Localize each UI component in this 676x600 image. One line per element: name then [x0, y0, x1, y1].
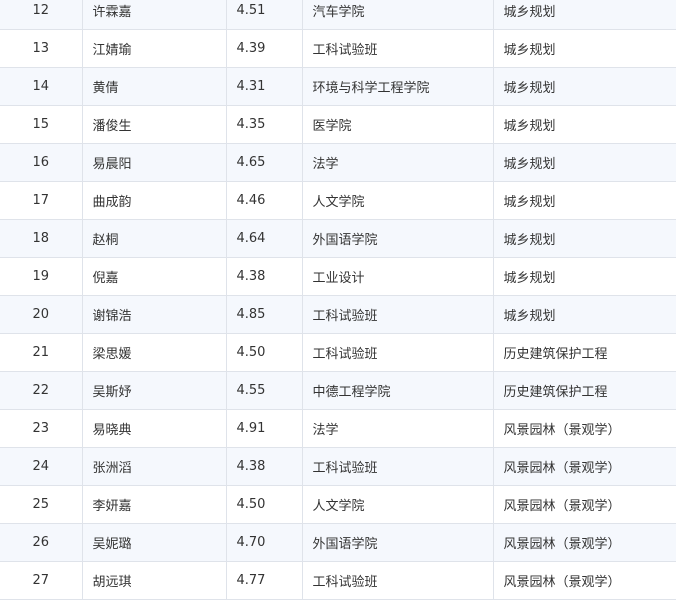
target-major-cell: 城乡规划	[492, 29, 676, 68]
gpa-score-cell: 4.91	[225, 409, 303, 448]
original-college-cell: 人文学院	[301, 181, 494, 220]
original-college-cell: 外国语学院	[301, 219, 494, 258]
target-major-cell: 城乡规划	[492, 295, 676, 334]
original-college-cell: 工科试验班	[301, 333, 494, 372]
table-row: 26 吴妮璐 4.70 外国语学院 风景园林（景观学）	[0, 523, 676, 562]
student-name-cell: 张洲滔	[81, 447, 227, 486]
student-name-cell: 易晓典	[81, 409, 227, 448]
table-row: 22 吴斯妤 4.55 中德工程学院 历史建筑保护工程	[0, 371, 676, 410]
original-college-cell: 外国语学院	[301, 523, 494, 562]
original-college-cell: 中德工程学院	[301, 371, 494, 410]
gpa-score-cell: 4.31	[225, 67, 303, 106]
table-row: 12 许霖嘉 4.51 汽车学院 城乡规划	[0, 0, 676, 30]
original-college-cell: 人文学院	[301, 485, 494, 524]
gpa-score-cell: 4.38	[225, 447, 303, 486]
table-row: 19 倪嘉 4.38 工业设计 城乡规划	[0, 257, 676, 296]
gpa-score-cell: 4.85	[225, 295, 303, 334]
original-college-cell: 工科试验班	[301, 447, 494, 486]
table-body: 12 许霖嘉 4.51 汽车学院 城乡规划 13 江婧瑜 4.39 工科试验班 城乡规划 14 黄倩 4…	[0, 0, 676, 600]
row-number-cell: 12	[0, 0, 83, 30]
target-major-cell: 风景园林（景观学）	[492, 561, 676, 600]
row-number-cell: 26	[0, 523, 83, 562]
table-row: 21 梁思媛 4.50 工科试验班 历史建筑保护工程	[0, 333, 676, 372]
target-major-cell: 历史建筑保护工程	[492, 371, 676, 410]
row-number-cell: 25	[0, 485, 83, 524]
target-major-cell: 历史建筑保护工程	[492, 333, 676, 372]
original-college-cell: 工科试验班	[301, 29, 494, 68]
table-row: 16 易晨阳 4.65 法学 城乡规划	[0, 143, 676, 182]
target-major-cell: 风景园林（景观学）	[492, 523, 676, 562]
table-row: 24 张洲滔 4.38 工科试验班 风景园林（景观学）	[0, 447, 676, 486]
row-number-cell: 16	[0, 143, 83, 182]
row-number-cell: 21	[0, 333, 83, 372]
row-number-cell: 17	[0, 181, 83, 220]
gpa-score-cell: 4.50	[225, 485, 303, 524]
gpa-score-cell: 4.50	[225, 333, 303, 372]
gpa-score-cell: 4.70	[225, 523, 303, 562]
row-number-cell: 15	[0, 105, 83, 144]
original-college-cell: 法学	[301, 409, 494, 448]
student-name-cell: 潘俊生	[81, 105, 227, 144]
row-number-cell: 20	[0, 295, 83, 334]
student-name-cell: 李妍嘉	[81, 485, 227, 524]
target-major-cell: 风景园林（景观学）	[492, 447, 676, 486]
gpa-score-cell: 4.35	[225, 105, 303, 144]
table-row: 17 曲成韵 4.46 人文学院 城乡规划	[0, 181, 676, 220]
table-row: 18 赵桐 4.64 外国语学院 城乡规划	[0, 219, 676, 258]
target-major-cell: 城乡规划	[492, 0, 676, 30]
gpa-score-cell: 4.64	[225, 219, 303, 258]
row-number-cell: 23	[0, 409, 83, 448]
table-row: 15 潘俊生 4.35 医学院 城乡规划	[0, 105, 676, 144]
target-major-cell: 风景园林（景观学）	[492, 409, 676, 448]
gpa-score-cell: 4.38	[225, 257, 303, 296]
original-college-cell: 工科试验班	[301, 561, 494, 600]
table-row: 14 黄倩 4.31 环境与科学工程学院 城乡规划	[0, 67, 676, 106]
original-college-cell: 工业设计	[301, 257, 494, 296]
gpa-score-cell: 4.55	[225, 371, 303, 410]
table-row: 27 胡远琪 4.77 工科试验班 风景园林（景观学）	[0, 561, 676, 600]
row-number-cell: 24	[0, 447, 83, 486]
row-number-cell: 14	[0, 67, 83, 106]
student-name-cell: 易晨阳	[81, 143, 227, 182]
student-transfer-table: 12 许霖嘉 4.51 汽车学院 城乡规划 13 江婧瑜 4.39 工科试验班 城乡规划 14 黄倩 4…	[0, 0, 676, 600]
original-college-cell: 法学	[301, 143, 494, 182]
target-major-cell: 城乡规划	[492, 257, 676, 296]
target-major-cell: 城乡规划	[492, 181, 676, 220]
target-major-cell: 城乡规划	[492, 219, 676, 258]
gpa-score-cell: 4.65	[225, 143, 303, 182]
gpa-score-cell: 4.77	[225, 561, 303, 600]
row-number-cell: 13	[0, 29, 83, 68]
table-row: 20 谢锦浩 4.85 工科试验班 城乡规划	[0, 295, 676, 334]
target-major-cell: 城乡规划	[492, 105, 676, 144]
student-name-cell: 吴斯妤	[81, 371, 227, 410]
student-name-cell: 梁思媛	[81, 333, 227, 372]
student-name-cell: 倪嘉	[81, 257, 227, 296]
table-row: 13 江婧瑜 4.39 工科试验班 城乡规划	[0, 29, 676, 68]
gpa-score-cell: 4.46	[225, 181, 303, 220]
row-number-cell: 19	[0, 257, 83, 296]
student-name-cell: 黄倩	[81, 67, 227, 106]
target-major-cell: 风景园林（景观学）	[492, 485, 676, 524]
row-number-cell: 27	[0, 561, 83, 600]
gpa-score-cell: 4.51	[225, 0, 303, 30]
student-name-cell: 吴妮璐	[81, 523, 227, 562]
table-row: 23 易晓典 4.91 法学 风景园林（景观学）	[0, 409, 676, 448]
target-major-cell: 城乡规划	[492, 67, 676, 106]
row-number-cell: 18	[0, 219, 83, 258]
student-name-cell: 谢锦浩	[81, 295, 227, 334]
original-college-cell: 医学院	[301, 105, 494, 144]
original-college-cell: 环境与科学工程学院	[301, 67, 494, 106]
student-name-cell: 许霖嘉	[81, 0, 227, 30]
student-name-cell: 赵桐	[81, 219, 227, 258]
student-name-cell: 胡远琪	[81, 561, 227, 600]
student-name-cell: 江婧瑜	[81, 29, 227, 68]
student-name-cell: 曲成韵	[81, 181, 227, 220]
target-major-cell: 城乡规划	[492, 143, 676, 182]
original-college-cell: 工科试验班	[301, 295, 494, 334]
table-row: 25 李妍嘉 4.50 人文学院 风景园林（景观学）	[0, 485, 676, 524]
original-college-cell: 汽车学院	[301, 0, 494, 30]
gpa-score-cell: 4.39	[225, 29, 303, 68]
row-number-cell: 22	[0, 371, 83, 410]
